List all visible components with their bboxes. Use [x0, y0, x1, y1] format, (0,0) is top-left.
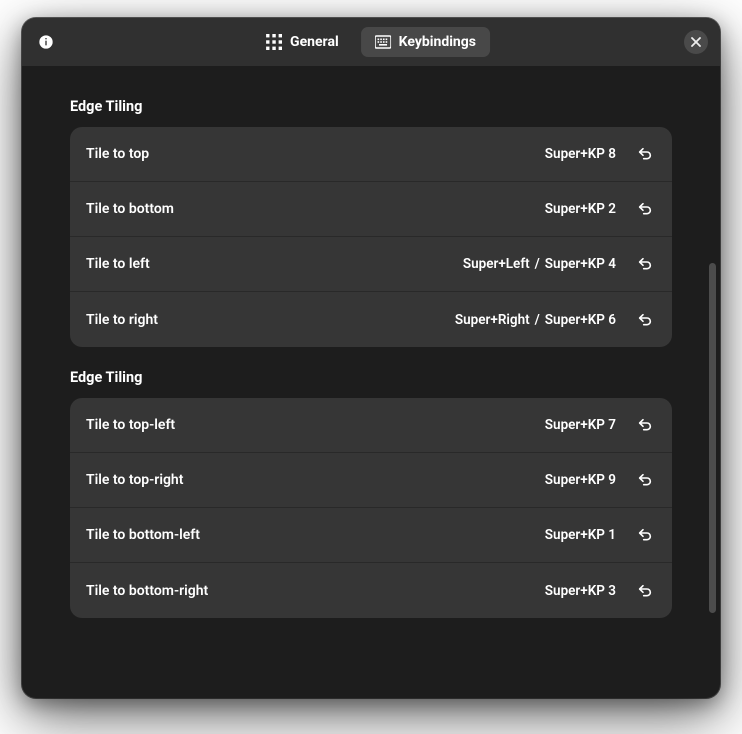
tab-keybindings-label: Keybindings — [399, 34, 476, 50]
keybinding-shortcut: Super+KP 3 — [545, 583, 616, 599]
keybinding-shortcut: Super+Right/Super+KP 6 — [455, 312, 616, 328]
close-icon — [691, 37, 701, 47]
keybinding-group: Tile to top-left Super+KP 7 Tile to top-… — [70, 398, 672, 618]
keybinding-label: Tile to top-right — [86, 472, 545, 488]
undo-icon — [637, 527, 653, 543]
keybinding-row[interactable]: Tile to right Super+Right/Super+KP 6 — [70, 292, 672, 347]
keybinding-label: Tile to top — [86, 146, 545, 162]
undo-icon — [637, 583, 653, 599]
keybinding-label: Tile to left — [86, 256, 463, 272]
reset-button[interactable] — [634, 524, 656, 546]
settings-window: General Keybindings Edge Tiling — [22, 18, 720, 698]
tab-general-label: General — [290, 34, 339, 50]
reset-button[interactable] — [634, 469, 656, 491]
keybinding-row[interactable]: Tile to top Super+KP 8 — [70, 127, 672, 182]
keybinding-shortcut: Super+KP 2 — [545, 201, 616, 217]
keybinding-label: Tile to top-left — [86, 417, 545, 433]
keybinding-row[interactable]: Tile to bottom-right Super+KP 3 — [70, 563, 672, 618]
reset-button[interactable] — [634, 309, 656, 331]
section-title: Edge Tiling — [70, 98, 672, 115]
keybinding-row[interactable]: Tile to top-right Super+KP 9 — [70, 453, 672, 508]
reset-button[interactable] — [634, 143, 656, 165]
undo-icon — [637, 146, 653, 162]
keyboard-icon — [375, 34, 391, 50]
keybinding-row[interactable]: Tile to top-left Super+KP 7 — [70, 398, 672, 453]
section-title: Edge Tiling — [70, 369, 672, 386]
tab-switcher: General Keybindings — [252, 27, 490, 57]
keybinding-shortcut: Super+KP 1 — [545, 527, 616, 543]
reset-button[interactable] — [634, 198, 656, 220]
keybinding-row[interactable]: Tile to left Super+Left/Super+KP 4 — [70, 237, 672, 292]
close-button[interactable] — [684, 30, 708, 54]
keybinding-label: Tile to bottom-right — [86, 583, 545, 599]
keybinding-label: Tile to bottom — [86, 201, 545, 217]
reset-button[interactable] — [634, 580, 656, 602]
keybinding-shortcut: Super+KP 9 — [545, 472, 616, 488]
reset-button[interactable] — [634, 414, 656, 436]
undo-icon — [637, 417, 653, 433]
keybinding-group: Tile to top Super+KP 8 Tile to bottom Su… — [70, 127, 672, 347]
undo-icon — [637, 312, 653, 328]
keybinding-row[interactable]: Tile to bottom-left Super+KP 1 — [70, 508, 672, 563]
content-area: Edge Tiling Tile to top Super+KP 8 Tile … — [22, 66, 720, 698]
keybinding-label: Tile to bottom-left — [86, 527, 545, 543]
info-button[interactable] — [34, 30, 58, 54]
keybinding-label: Tile to right — [86, 312, 455, 328]
undo-icon — [637, 256, 653, 272]
keybinding-shortcut: Super+Left/Super+KP 4 — [463, 256, 616, 272]
tab-general[interactable]: General — [252, 27, 353, 57]
header-bar: General Keybindings — [22, 18, 720, 66]
undo-icon — [637, 472, 653, 488]
info-icon — [38, 34, 54, 50]
keybinding-shortcut: Super+KP 7 — [545, 417, 616, 433]
undo-icon — [637, 201, 653, 217]
reset-button[interactable] — [634, 253, 656, 275]
grid-icon — [266, 34, 282, 50]
scrollbar-thumb[interactable] — [709, 263, 716, 613]
keybinding-shortcut: Super+KP 8 — [545, 146, 616, 162]
tab-keybindings[interactable]: Keybindings — [361, 27, 490, 57]
keybinding-row[interactable]: Tile to bottom Super+KP 2 — [70, 182, 672, 237]
